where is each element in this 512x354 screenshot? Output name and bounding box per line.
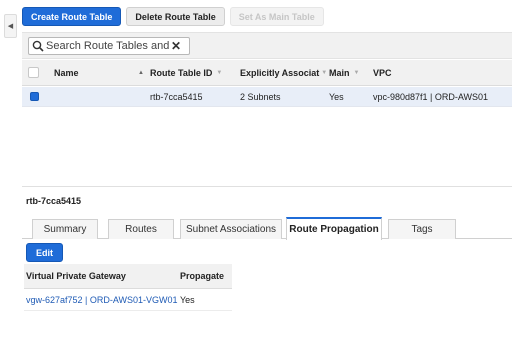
tab-summary[interactable]: Summary xyxy=(32,219,98,239)
detail-divider xyxy=(22,186,512,187)
column-menu-icon[interactable]: ▼ xyxy=(321,70,326,76)
column-header-explicitly-associated[interactable]: Explicitly Associat ▼ xyxy=(240,60,326,85)
sort-ascending-icon[interactable]: ▲ xyxy=(132,60,144,85)
set-as-main-table-button: Set As Main Table xyxy=(229,7,324,26)
column-header-propagate: Propagate xyxy=(180,271,225,281)
column-header-main[interactable]: Main ▼ xyxy=(329,60,371,85)
column-menu-icon[interactable]: ▼ xyxy=(216,70,222,76)
column-header-name[interactable]: Name xyxy=(54,60,140,85)
search-box[interactable]: ✕ xyxy=(28,37,190,55)
toolbar: Create Route Table Delete Route Table Se… xyxy=(22,7,324,26)
gateway-link[interactable]: vgw-627af752 | ORD-AWS01-VGW01 xyxy=(26,289,178,310)
propagation-table-header: Virtual Private Gateway Propagate xyxy=(24,264,232,289)
detail-tabs: Summary Routes Subnet Associations Route… xyxy=(22,217,512,240)
chevron-left-icon: ◀ xyxy=(7,23,14,30)
tab-tags[interactable]: Tags xyxy=(388,219,456,239)
cell-vpc: vpc-980d87f1 | ORD-AWS01 xyxy=(373,91,489,102)
clear-search-icon[interactable]: ✕ xyxy=(171,39,181,53)
edit-button[interactable]: Edit xyxy=(26,243,63,262)
cell-explicitly-associated: 2 Subnets xyxy=(240,91,281,102)
select-all-checkbox[interactable] xyxy=(28,67,39,78)
column-label: Explicitly Associat xyxy=(240,67,320,78)
column-label: Name xyxy=(54,67,79,78)
search-input[interactable] xyxy=(44,40,170,52)
cell-propagate: Yes xyxy=(180,294,195,305)
delete-route-table-button[interactable]: Delete Route Table xyxy=(126,7,225,26)
cell-route-table-id: rtb-7cca5415 xyxy=(150,91,203,102)
tab-routes[interactable]: Routes xyxy=(108,219,174,239)
propagation-table: Virtual Private Gateway Propagate vgw-62… xyxy=(24,264,232,311)
column-header-virtual-private-gateway: Virtual Private Gateway xyxy=(26,271,126,281)
detail-title: rtb-7cca5415 xyxy=(26,196,82,206)
column-label: VPC xyxy=(373,67,392,78)
collapse-panel-toggle[interactable]: ◀ xyxy=(4,14,17,38)
row-checkbox-checked[interactable] xyxy=(30,92,39,101)
table-header: Name ▲ Route Table ID ▼ Explicitly Associ… xyxy=(22,60,512,86)
cell-name xyxy=(54,87,140,106)
select-all-cell xyxy=(28,60,39,85)
create-route-table-button[interactable]: Create Route Table xyxy=(22,7,122,26)
table-row: vgw-627af752 | ORD-AWS01-VGW01 Yes xyxy=(24,289,232,311)
route-tables-grid: ✕ Name ▲ Route Table ID▼ Explicitly Asso… xyxy=(22,32,512,170)
search-icon xyxy=(32,40,44,52)
cell-main: Yes xyxy=(329,91,344,102)
tab-route-propagation[interactable]: Route Propagation xyxy=(286,217,382,240)
tab-subnet-associations[interactable]: Subnet Associations xyxy=(180,219,282,239)
column-label: Route Table ID xyxy=(150,67,213,78)
column-label: Main xyxy=(329,67,350,78)
search-bar: ✕ xyxy=(22,32,512,59)
column-header-vpc[interactable]: VPC xyxy=(373,60,503,85)
row-select-cell xyxy=(30,87,39,106)
column-header-route-table-id[interactable]: Route Table ID ▼ xyxy=(150,60,238,85)
column-menu-icon[interactable]: ▼ xyxy=(354,70,360,76)
table-row[interactable]: rtb-7cca5415 2 Subnets Yes vpc-980d87f1 … xyxy=(22,87,512,107)
